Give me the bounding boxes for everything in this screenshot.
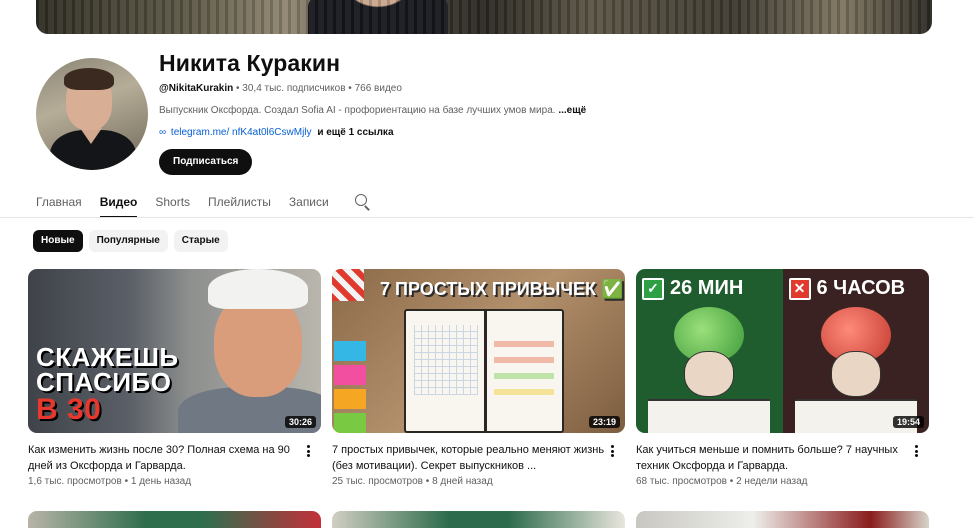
video-meta: 68 тыс. просмотров • 2 недели назад <box>636 476 808 487</box>
video-meta: 1,6 тыс. просмотров • 1 день назад <box>28 476 192 487</box>
check-icon: ✓ <box>642 277 664 300</box>
chip-oldest[interactable]: Старые <box>173 230 228 252</box>
video-thumbnail[interactable] <box>636 511 929 528</box>
video-thumbnail[interactable]: СКАЖЕШЬ СПАСИБО В 30 30:26 <box>28 269 321 433</box>
description-text: Выпускник Оксфорда. Создал Sofia AI - пр… <box>159 105 556 116</box>
channel-meta: @NikitaKurakin • 30,4 тыс. подписчиков •… <box>159 83 402 94</box>
tab-videos[interactable]: Видео <box>99 188 137 218</box>
channel-links: ∞ telegram.me/ nfK4at0l6CswMjly и ещё 1 … <box>159 127 394 138</box>
thumbnail-text: 26 МИН <box>670 277 744 299</box>
chip-popular[interactable]: Популярные <box>88 230 168 252</box>
subscribe-button[interactable]: Подписаться <box>159 149 253 175</box>
more-vert-icon[interactable] <box>607 444 617 458</box>
video-duration: 30:26 <box>284 416 316 428</box>
video-views: 68 тыс. просмотров <box>636 476 727 487</box>
video-meta: 25 тыс. просмотров • 8 дней назад <box>332 476 493 487</box>
video-card: 7 ПРОСТЫХ ПРИВЫЧЕК ✅ 23:19 7 простых при… <box>332 269 625 487</box>
tab-home[interactable]: Главная <box>36 188 82 218</box>
link-icon: ∞ <box>159 127 167 138</box>
cross-icon: ✕ <box>788 277 811 300</box>
notebook-graphic <box>404 309 564 433</box>
channel-avatar[interactable] <box>36 58 148 170</box>
more-vert-icon[interactable] <box>303 444 313 458</box>
channel-banner <box>36 0 932 34</box>
channel-tabs: Главная Видео Shorts Плейлисты Записи <box>36 188 371 218</box>
video-title[interactable]: Как изменить жизнь после 30? Полная схем… <box>28 442 303 474</box>
thumbnail-text: 6 ЧАСОВ <box>816 277 906 299</box>
telegram-link[interactable]: telegram.me/ nfK4at0l6CswMjly <box>171 127 312 138</box>
chip-newest[interactable]: Новые <box>33 230 83 252</box>
channel-name: Никита Куракин <box>159 50 341 76</box>
video-age: 1 день назад <box>130 476 192 487</box>
banner-portrait <box>308 0 448 34</box>
more-links[interactable]: и ещё 1 ссылка <box>317 127 393 138</box>
meta-separator: • <box>348 83 352 94</box>
sort-chips: Новые Популярные Старые <box>33 230 228 252</box>
search-icon[interactable] <box>354 194 371 211</box>
subscriber-count: 30,4 тыс. подписчиков <box>242 83 346 94</box>
description-more-link[interactable]: ...ещё <box>558 105 586 116</box>
channel-page: Никита Куракин @NikitaKurakin • 30,4 тыс… <box>0 0 974 528</box>
video-views: 1,6 тыс. просмотров <box>28 476 122 487</box>
thumbnail-text: 7 ПРОСТЫХ ПРИВЫЧЕК ✅ <box>380 279 624 299</box>
video-thumbnail[interactable] <box>28 511 321 528</box>
video-thumbnail[interactable]: 7 ПРОСТЫХ ПРИВЫЧЕК ✅ 23:19 <box>332 269 625 433</box>
video-title[interactable]: 7 простых привычек, которые реально меня… <box>332 442 607 474</box>
video-duration: 19:54 <box>892 416 924 428</box>
video-age: 8 дней назад <box>432 476 493 487</box>
tab-posts[interactable]: Записи <box>289 188 329 218</box>
tab-shorts[interactable]: Shorts <box>155 188 190 218</box>
thumbnail-text: В 30 <box>36 393 102 426</box>
video-card: СКАЖЕШЬ СПАСИБО В 30 30:26 Как изменить … <box>28 269 321 487</box>
rubiks-cube-graphic <box>332 269 364 301</box>
tab-playlists[interactable]: Плейлисты <box>208 188 271 218</box>
video-title[interactable]: Как учиться меньше и помнить больше? 7 н… <box>636 442 911 474</box>
video-thumbnail[interactable]: ✓ 26 МИН ✕ 6 ЧАСОВ 19:54 <box>636 269 929 433</box>
more-vert-icon[interactable] <box>911 444 921 458</box>
channel-handle: @NikitaKurakin <box>159 83 234 94</box>
video-age: 2 недели назад <box>736 476 808 487</box>
video-views: 25 тыс. просмотров <box>332 476 423 487</box>
channel-description[interactable]: Выпускник Оксфорда. Создал Sofia AI - пр… <box>159 105 586 116</box>
video-thumbnail[interactable] <box>332 511 625 528</box>
video-count: 766 видео <box>354 83 402 94</box>
tabs-divider <box>0 217 974 218</box>
video-card: ✓ 26 МИН ✕ 6 ЧАСОВ 19:54 Как учиться мен… <box>636 269 929 487</box>
meta-separator: • <box>236 83 240 94</box>
video-duration: 23:19 <box>588 416 620 428</box>
